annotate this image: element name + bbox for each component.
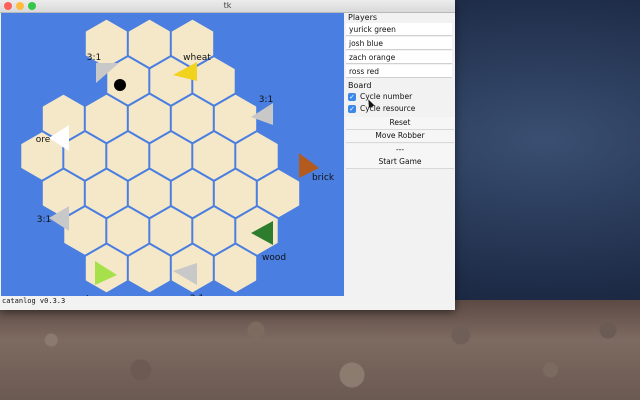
app-window: tk 3:1 wheat 3:1 ore brick 3:1 wood sheep 3:1 Pl… [0, 0, 455, 310]
reset-button[interactable]: Reset [346, 117, 454, 130]
checkmark-icon[interactable]: ✓ [348, 105, 356, 113]
port-label: 3:1 [87, 53, 101, 63]
title-bar[interactable]: tk [0, 0, 455, 13]
port-label: 3:1 [37, 215, 51, 225]
status-bar-text: catanlog v0.3.3 [2, 297, 66, 305]
cycle-resource-checkbox[interactable]: ✓ Cycle resource [348, 103, 455, 115]
players-heading: Players [348, 13, 378, 22]
port-label: 3:1 [190, 294, 204, 296]
player-row[interactable]: yurick green [346, 23, 452, 36]
port-label: 3:1 [259, 95, 273, 105]
game-board[interactable]: 3:1 wheat 3:1 ore brick 3:1 wood sheep 3:1 [1, 13, 344, 296]
cycle-number-checkbox[interactable]: ✓ Cycle number [348, 91, 455, 103]
side-panel: Players yurick green josh blue zach oran… [346, 13, 455, 173]
robber-token[interactable] [114, 79, 126, 91]
desktop-background [0, 300, 640, 400]
start-game-button[interactable]: Start Game [346, 156, 454, 169]
player-row[interactable]: ross red [346, 65, 452, 78]
board-heading: Board [348, 81, 372, 90]
move-robber-button[interactable]: Move Robber [346, 130, 454, 143]
player-row[interactable]: zach orange [346, 51, 452, 64]
player-row[interactable]: josh blue [346, 37, 452, 50]
port-label: ore [36, 135, 51, 145]
port-label: wheat [183, 53, 211, 63]
board-canvas[interactable]: 3:1 wheat 3:1 ore brick 3:1 wood sheep 3:1 [1, 13, 344, 296]
port-label: sheep [81, 295, 108, 296]
port-label: brick [312, 173, 335, 183]
checkmark-icon[interactable]: ✓ [348, 93, 356, 101]
port-label: wood [262, 253, 286, 263]
window-title: tk [223, 1, 232, 10]
